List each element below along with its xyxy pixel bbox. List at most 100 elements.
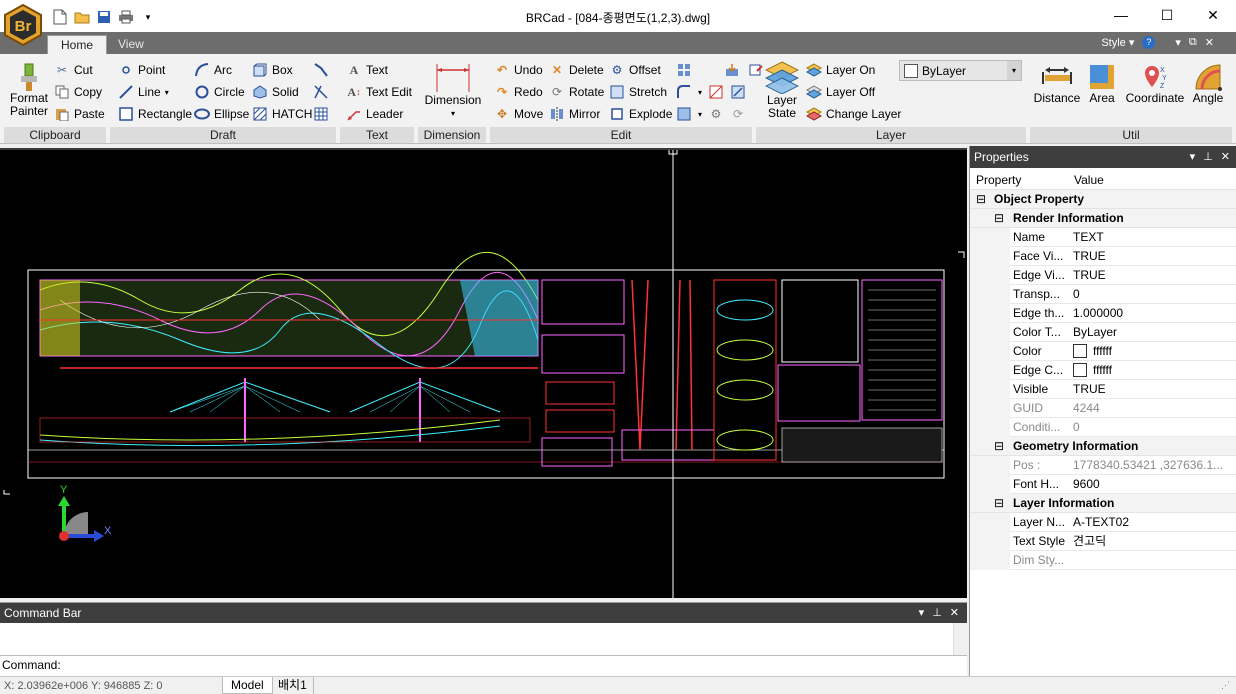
tab-home[interactable]: Home xyxy=(47,35,108,54)
ribbon-minimize-icon[interactable]: ▾ xyxy=(1175,36,1181,49)
panel-dropdown-icon[interactable]: ▾ xyxy=(1190,146,1196,168)
minimize-button[interactable]: — xyxy=(1098,0,1144,30)
layer-color-select[interactable]: ByLayer ▾ xyxy=(899,60,1022,81)
dimension-button[interactable]: Dimension ▾ xyxy=(424,60,482,120)
coordinate-button[interactable]: XYZ Coordinate xyxy=(1124,62,1186,105)
layer-color-dropdown-icon[interactable]: ▾ xyxy=(1007,61,1021,80)
stretch-button[interactable]: Stretch xyxy=(609,82,667,102)
point-button[interactable]: Point xyxy=(118,60,165,80)
help-icon[interactable]: ? xyxy=(1142,36,1156,49)
property-row[interactable]: Font H... 9600 xyxy=(970,475,1236,494)
explode-button[interactable]: Explode xyxy=(609,104,672,124)
property-value[interactable]: 견고딕 xyxy=(1073,532,1233,551)
property-value[interactable]: TRUE xyxy=(1073,380,1233,399)
property-row[interactable]: Visible TRUE xyxy=(970,380,1236,399)
property-value[interactable]: TEXT xyxy=(1073,228,1233,247)
solid-button[interactable]: Solid xyxy=(252,82,299,102)
redo-button[interactable]: ↷ Redo xyxy=(494,82,543,102)
text-edit-button[interactable]: A ↕ Text Edit xyxy=(346,82,412,102)
property-row[interactable]: Color ffffff xyxy=(970,342,1236,361)
command-scrollbar[interactable] xyxy=(953,623,967,655)
pin-icon[interactable]: ⊥ xyxy=(1203,146,1213,168)
property-row[interactable]: Conditi... 0 xyxy=(970,418,1236,437)
distance-button[interactable]: Distance xyxy=(1032,62,1082,105)
refresh-icon[interactable]: ⟳ xyxy=(730,106,746,122)
color-fill-icon[interactable] xyxy=(676,106,692,122)
fillet-icon[interactable] xyxy=(676,84,692,100)
ribbon-restore-icon[interactable]: ⧉ xyxy=(1189,36,1197,49)
property-row[interactable]: Text Style 견고딕 xyxy=(970,532,1236,551)
delete-button[interactable]: ✕ Delete xyxy=(549,60,604,80)
property-row[interactable]: GUID 4244 xyxy=(970,399,1236,418)
property-row[interactable]: Name TEXT xyxy=(970,228,1236,247)
panel-dropdown-icon[interactable]: ▾ xyxy=(919,603,925,623)
circle-button[interactable]: Circle xyxy=(194,82,245,102)
import-icon[interactable] xyxy=(724,62,740,78)
layer-on-button[interactable]: Layer On xyxy=(806,60,875,80)
property-value[interactable]: ffffff xyxy=(1073,342,1233,361)
format-painter-button[interactable]: Format Painter xyxy=(8,62,50,118)
change-layer-button[interactable]: Change Layer xyxy=(806,104,901,124)
maximize-button[interactable]: ☐ xyxy=(1144,0,1190,30)
move-button[interactable]: ✥ Move xyxy=(494,104,543,124)
hatch-button[interactable]: HATCH xyxy=(252,104,312,124)
property-row[interactable]: Transp... 0 xyxy=(970,285,1236,304)
angle-button[interactable]: Angle xyxy=(1188,62,1228,105)
leader-button[interactable]: Leader xyxy=(346,104,403,124)
property-value[interactable]: 9600 xyxy=(1073,475,1233,494)
arc-button[interactable]: Arc xyxy=(194,60,232,80)
property-value[interactable]: 4244 xyxy=(1073,399,1233,418)
polyline-tool-button[interactable] xyxy=(313,60,329,80)
pin-icon[interactable]: ⊥ xyxy=(932,603,942,623)
resize-grip-icon[interactable]: ⋰ xyxy=(1221,680,1230,691)
area-button[interactable]: Area xyxy=(1084,62,1120,105)
dimension-dropdown-icon[interactable]: ▾ xyxy=(451,107,455,120)
property-value[interactable]: 0 xyxy=(1073,285,1233,304)
layer-info-section[interactable]: ⊟ Layer Information xyxy=(970,494,1236,513)
property-value[interactable]: ByLayer xyxy=(1073,323,1233,342)
property-row[interactable]: Pos : 1778340.53421 ,327636.1... xyxy=(970,456,1236,475)
line-button[interactable]: Line ▾ xyxy=(118,82,169,102)
property-row[interactable]: Dim Sty... xyxy=(970,551,1236,570)
table-tool-button[interactable] xyxy=(313,104,329,124)
break-icon[interactable] xyxy=(708,84,724,100)
tab-model[interactable]: Model xyxy=(222,677,273,694)
property-value[interactable]: 1778340.53421 ,327636.1... xyxy=(1073,456,1233,475)
fillet-dropdown-icon[interactable]: ▾ xyxy=(698,88,702,97)
property-value[interactable]: ffffff xyxy=(1073,361,1233,380)
rotate-button[interactable]: ⟳ Rotate xyxy=(549,82,604,102)
layer-state-button[interactable]: Layer State xyxy=(762,60,802,120)
property-row[interactable]: Edge C... ffffff xyxy=(970,361,1236,380)
paste-button[interactable]: Paste xyxy=(54,104,105,124)
layer-off-button[interactable]: Layer Off xyxy=(806,82,875,102)
style-dropdown[interactable]: Style ▾ xyxy=(1101,36,1134,49)
offset-button[interactable]: ⚙ Offset xyxy=(609,60,661,80)
panel-close-icon[interactable]: ✕ xyxy=(950,603,959,623)
property-value[interactable]: TRUE xyxy=(1073,247,1233,266)
ribbon-close-icon[interactable]: ✕ xyxy=(1205,36,1214,49)
property-value[interactable]: 0 xyxy=(1073,418,1233,437)
object-property-section[interactable]: ⊟ Object Property xyxy=(970,190,1236,209)
render-info-section[interactable]: ⊟ Render Information xyxy=(970,209,1236,228)
copy-button[interactable]: Copy xyxy=(54,82,102,102)
array-icon[interactable] xyxy=(676,62,692,78)
color-fill-dropdown-icon[interactable]: ▾ xyxy=(698,110,702,119)
box-button[interactable]: Box xyxy=(252,60,293,80)
undo-button[interactable]: ↶ Undo xyxy=(494,60,543,80)
property-row[interactable]: Layer N... A-TEXT02 xyxy=(970,513,1236,532)
tab-view[interactable]: View xyxy=(105,35,157,54)
app-logo-icon[interactable]: Br xyxy=(2,3,44,47)
panel-close-icon[interactable]: ✕ xyxy=(1221,146,1230,168)
trim-tool-button[interactable] xyxy=(313,82,329,102)
close-button[interactable]: ✕ xyxy=(1190,0,1236,30)
ellipse-button[interactable]: Ellipse xyxy=(194,104,249,124)
property-value[interactable]: 1.000000 xyxy=(1073,304,1233,323)
property-value[interactable]: TRUE xyxy=(1073,266,1233,285)
tab-layout-1[interactable]: 배치1 xyxy=(272,677,314,694)
command-input-row[interactable]: Command: xyxy=(0,655,967,675)
geometry-info-section[interactable]: ⊟ Geometry Information xyxy=(970,437,1236,456)
rectangle-button[interactable]: Rectangle xyxy=(118,104,192,124)
mirror-button[interactable]: Mirror xyxy=(549,104,600,124)
property-row[interactable]: Face Vi... TRUE xyxy=(970,247,1236,266)
join-icon[interactable]: ⚙ xyxy=(708,106,724,122)
